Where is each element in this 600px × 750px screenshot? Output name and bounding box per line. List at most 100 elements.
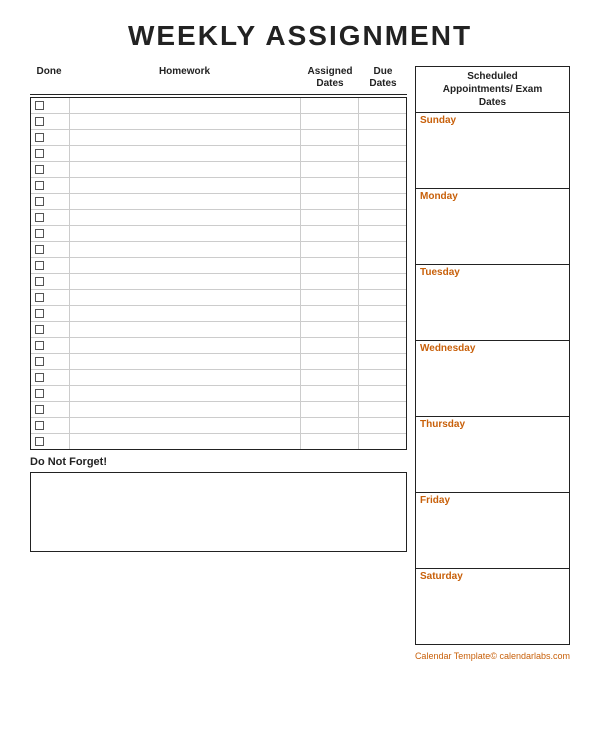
assigned-cell[interactable] (300, 178, 358, 193)
assigned-cell[interactable] (300, 354, 358, 369)
due-cell[interactable] (358, 274, 406, 289)
checkbox[interactable] (35, 229, 44, 238)
assigned-cell[interactable] (300, 386, 358, 401)
checkbox[interactable] (35, 325, 44, 334)
checkbox[interactable] (35, 165, 44, 174)
table-row (31, 162, 406, 178)
assigned-cell[interactable] (300, 98, 358, 113)
checkbox[interactable] (35, 197, 44, 206)
due-cell[interactable] (358, 242, 406, 257)
homework-cell[interactable] (69, 178, 300, 193)
day-saturday-content[interactable] (416, 584, 569, 644)
assigned-cell[interactable] (300, 434, 358, 449)
homework-cell[interactable] (69, 130, 300, 145)
do-not-forget-box[interactable] (30, 472, 407, 552)
checkbox[interactable] (35, 405, 44, 414)
checkbox[interactable] (35, 341, 44, 350)
homework-cell[interactable] (69, 194, 300, 209)
due-cell[interactable] (358, 338, 406, 353)
table-row (31, 386, 406, 402)
checkbox[interactable] (35, 357, 44, 366)
homework-cell[interactable] (69, 210, 300, 225)
assigned-cell[interactable] (300, 306, 358, 321)
homework-cell[interactable] (69, 114, 300, 129)
homework-cell[interactable] (69, 306, 300, 321)
checkbox[interactable] (35, 261, 44, 270)
assigned-cell[interactable] (300, 146, 358, 161)
assigned-cell[interactable] (300, 194, 358, 209)
homework-cell[interactable] (69, 258, 300, 273)
due-cell[interactable] (358, 210, 406, 225)
checkbox[interactable] (35, 149, 44, 158)
assigned-cell[interactable] (300, 162, 358, 177)
due-cell[interactable] (358, 434, 406, 449)
day-thursday-content[interactable] (416, 432, 569, 492)
due-cell[interactable] (358, 226, 406, 241)
assigned-cell[interactable] (300, 418, 358, 433)
due-cell[interactable] (358, 370, 406, 385)
due-cell[interactable] (358, 146, 406, 161)
assigned-cell[interactable] (300, 402, 358, 417)
homework-cell[interactable] (69, 386, 300, 401)
assigned-cell[interactable] (300, 322, 358, 337)
day-wednesday-content[interactable] (416, 356, 569, 416)
homework-cell[interactable] (69, 418, 300, 433)
checkbox[interactable] (35, 213, 44, 222)
due-cell[interactable] (358, 258, 406, 273)
homework-cell[interactable] (69, 322, 300, 337)
assigned-cell[interactable] (300, 210, 358, 225)
homework-cell[interactable] (69, 226, 300, 241)
due-cell[interactable] (358, 418, 406, 433)
due-cell[interactable] (358, 306, 406, 321)
homework-cell[interactable] (69, 242, 300, 257)
checkbox[interactable] (35, 277, 44, 286)
assigned-cell[interactable] (300, 274, 358, 289)
checkbox[interactable] (35, 245, 44, 254)
assigned-cell[interactable] (300, 290, 358, 305)
homework-cell[interactable] (69, 434, 300, 449)
due-cell[interactable] (358, 130, 406, 145)
checkbox[interactable] (35, 309, 44, 318)
due-cell[interactable] (358, 290, 406, 305)
due-cell[interactable] (358, 402, 406, 417)
checkbox[interactable] (35, 437, 44, 446)
day-monday-content[interactable] (416, 204, 569, 264)
homework-cell[interactable] (69, 370, 300, 385)
assigned-cell[interactable] (300, 114, 358, 129)
checkbox[interactable] (35, 373, 44, 382)
assigned-cell[interactable] (300, 258, 358, 273)
homework-cell[interactable] (69, 146, 300, 161)
assigned-cell[interactable] (300, 242, 358, 257)
checkbox[interactable] (35, 389, 44, 398)
due-cell[interactable] (358, 98, 406, 113)
due-cell[interactable] (358, 162, 406, 177)
due-cell[interactable] (358, 386, 406, 401)
due-cell[interactable] (358, 322, 406, 337)
assigned-cell[interactable] (300, 370, 358, 385)
checkbox[interactable] (35, 133, 44, 142)
homework-cell[interactable] (69, 274, 300, 289)
day-sunday-content[interactable] (416, 128, 569, 188)
due-cell[interactable] (358, 178, 406, 193)
checkbox[interactable] (35, 293, 44, 302)
day-tuesday-content[interactable] (416, 280, 569, 340)
homework-cell[interactable] (69, 162, 300, 177)
assigned-cell[interactable] (300, 130, 358, 145)
homework-cell[interactable] (69, 338, 300, 353)
col-due-header: Due Dates (359, 66, 407, 90)
due-cell[interactable] (358, 354, 406, 369)
homework-cell[interactable] (69, 402, 300, 417)
checkbox[interactable] (35, 181, 44, 190)
homework-cell[interactable] (69, 98, 300, 113)
checkbox[interactable] (35, 101, 44, 110)
checkbox[interactable] (35, 421, 44, 430)
due-cell[interactable] (358, 194, 406, 209)
due-cell[interactable] (358, 114, 406, 129)
checkbox[interactable] (35, 117, 44, 126)
col-done-header: Done (30, 66, 68, 90)
day-friday-content[interactable] (416, 508, 569, 568)
homework-cell[interactable] (69, 354, 300, 369)
homework-cell[interactable] (69, 290, 300, 305)
assigned-cell[interactable] (300, 226, 358, 241)
assigned-cell[interactable] (300, 338, 358, 353)
